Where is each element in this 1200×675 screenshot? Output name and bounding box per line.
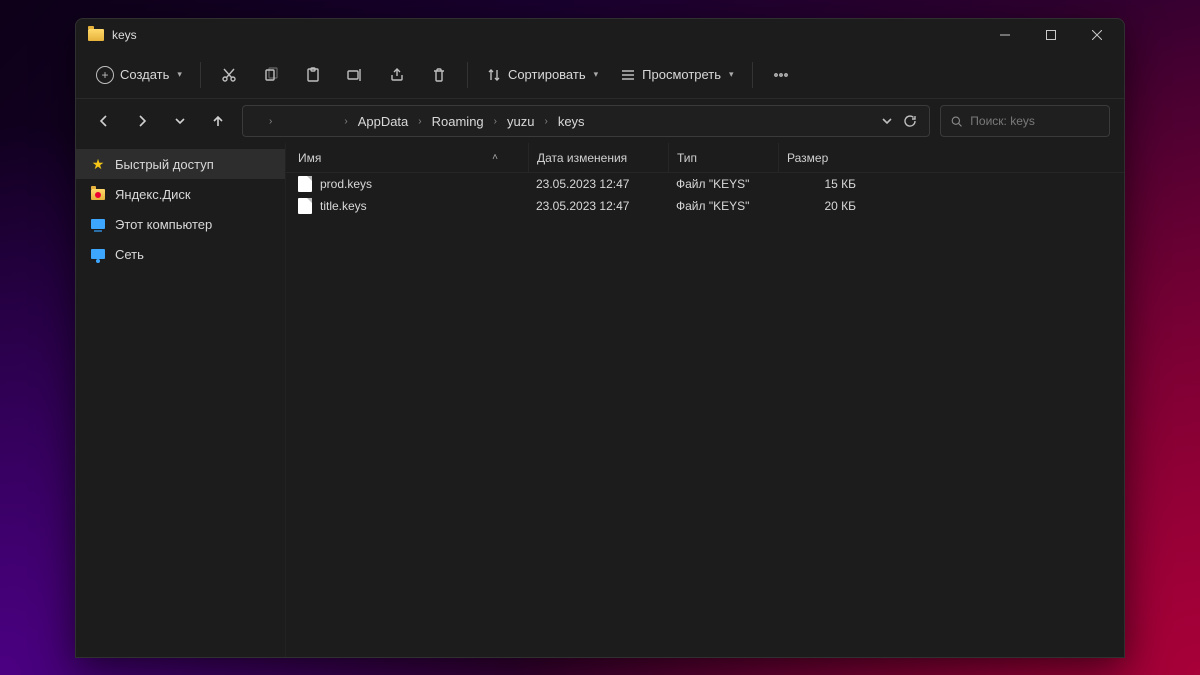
view-icon: [620, 67, 636, 83]
column-size[interactable]: Размер: [778, 143, 868, 172]
sidebar: ★ Быстрый доступ Яндекс.Диск Этот компью…: [76, 143, 286, 657]
file-modified: 23.05.2023 12:47: [528, 199, 668, 213]
maximize-button[interactable]: [1028, 19, 1074, 51]
share-button[interactable]: [377, 59, 417, 91]
minimize-button[interactable]: [982, 19, 1028, 51]
folder-icon: [88, 29, 104, 41]
sidebar-item-label: Яндекс.Диск: [115, 187, 191, 202]
recent-button[interactable]: [166, 107, 194, 135]
sidebar-item-this-pc[interactable]: Этот компьютер: [76, 209, 285, 239]
breadcrumb-separator: ›: [544, 116, 547, 127]
network-icon: [91, 249, 105, 259]
chevron-down-icon: [174, 115, 186, 127]
file-list: Имя ˄ Дата изменения Тип Размер prod.key…: [286, 143, 1124, 657]
sidebar-item-label: Этот компьютер: [115, 217, 212, 232]
more-button[interactable]: [761, 59, 801, 91]
sidebar-item-network[interactable]: Сеть: [76, 239, 285, 269]
copy-button[interactable]: [251, 59, 291, 91]
sort-label: Сортировать: [508, 67, 586, 82]
refresh-icon[interactable]: [903, 114, 917, 128]
star-icon: ★: [90, 156, 106, 172]
back-button[interactable]: [90, 107, 118, 135]
plus-icon: +: [96, 66, 114, 84]
arrow-up-icon: [211, 114, 225, 128]
file-name: prod.keys: [320, 177, 372, 191]
column-headers: Имя ˄ Дата изменения Тип Размер: [286, 143, 1124, 173]
chevron-down-icon[interactable]: [881, 115, 893, 127]
breadcrumb-separator: ›: [418, 116, 421, 127]
view-label: Просмотреть: [642, 67, 721, 82]
file-size: 20 КБ: [778, 199, 868, 213]
forward-button[interactable]: [128, 107, 156, 135]
arrow-right-icon: [135, 114, 149, 128]
sidebar-item-yandex-disk[interactable]: Яндекс.Диск: [76, 179, 285, 209]
monitor-icon: [91, 219, 105, 229]
ellipsis-icon: [773, 67, 789, 83]
file-icon: [298, 198, 312, 214]
new-label: Создать: [120, 67, 169, 82]
sort-button[interactable]: Сортировать ▾: [476, 59, 608, 91]
file-size: 15 КБ: [778, 177, 868, 191]
breadcrumb-yuzu[interactable]: yuzu: [503, 106, 538, 136]
sidebar-item-label: Сеть: [115, 247, 144, 262]
trash-icon: [431, 67, 447, 83]
arrow-left-icon: [97, 114, 111, 128]
cut-button[interactable]: [209, 59, 249, 91]
window-title: keys: [112, 28, 137, 42]
search-box[interactable]: [940, 105, 1110, 137]
file-name: title.keys: [320, 199, 367, 213]
file-modified: 23.05.2023 12:47: [528, 177, 668, 191]
up-button[interactable]: [204, 107, 232, 135]
breadcrumb-separator: ›: [269, 116, 272, 127]
scissors-icon: [221, 67, 237, 83]
sidebar-item-label: Быстрый доступ: [115, 157, 214, 172]
file-row[interactable]: prod.keys 23.05.2023 12:47 Файл "KEYS" 1…: [286, 173, 1124, 195]
file-type: Файл "KEYS": [668, 177, 778, 191]
sort-icon: [486, 67, 502, 83]
column-modified[interactable]: Дата изменения: [528, 143, 668, 172]
column-name[interactable]: Имя ˄: [298, 143, 528, 172]
breadcrumb-keys[interactable]: keys: [554, 106, 589, 136]
breadcrumb-roaming[interactable]: Roaming: [428, 106, 488, 136]
rename-button[interactable]: [335, 59, 375, 91]
share-icon: [389, 67, 405, 83]
copy-icon: [263, 67, 279, 83]
new-button[interactable]: + Создать ▾: [86, 59, 192, 91]
view-button[interactable]: Просмотреть ▾: [610, 59, 743, 91]
breadcrumb-appdata[interactable]: AppData: [354, 106, 413, 136]
rename-icon: [347, 67, 363, 83]
clipboard-icon: [305, 67, 321, 83]
chevron-down-icon: ▾: [729, 69, 734, 80]
column-type[interactable]: Тип: [668, 143, 778, 172]
chevron-down-icon: ▾: [594, 69, 599, 80]
address-bar-row: › › AppData › Roaming › yuzu › keys: [76, 99, 1124, 143]
address-bar[interactable]: › › AppData › Roaming › yuzu › keys: [242, 105, 930, 137]
yandex-disk-icon: [91, 189, 105, 200]
folder-icon: [249, 116, 263, 127]
paste-button[interactable]: [293, 59, 333, 91]
titlebar: keys: [76, 19, 1124, 51]
file-explorer-window: keys + Создать ▾: [75, 18, 1125, 658]
breadcrumb-separator: ›: [344, 116, 347, 127]
sort-indicator-icon: ˄: [492, 152, 498, 163]
file-row[interactable]: title.keys 23.05.2023 12:47 Файл "KEYS" …: [286, 195, 1124, 217]
search-input[interactable]: [970, 114, 1099, 128]
breadcrumb-separator: ›: [494, 116, 497, 127]
toolbar: + Создать ▾ Сортировать ▾: [76, 51, 1124, 99]
file-type: Файл "KEYS": [668, 199, 778, 213]
sidebar-item-quick-access[interactable]: ★ Быстрый доступ: [76, 149, 285, 179]
chevron-down-icon: ▾: [177, 69, 182, 80]
delete-button[interactable]: [419, 59, 459, 91]
search-icon: [951, 115, 962, 128]
close-button[interactable]: [1074, 19, 1120, 51]
file-icon: [298, 176, 312, 192]
